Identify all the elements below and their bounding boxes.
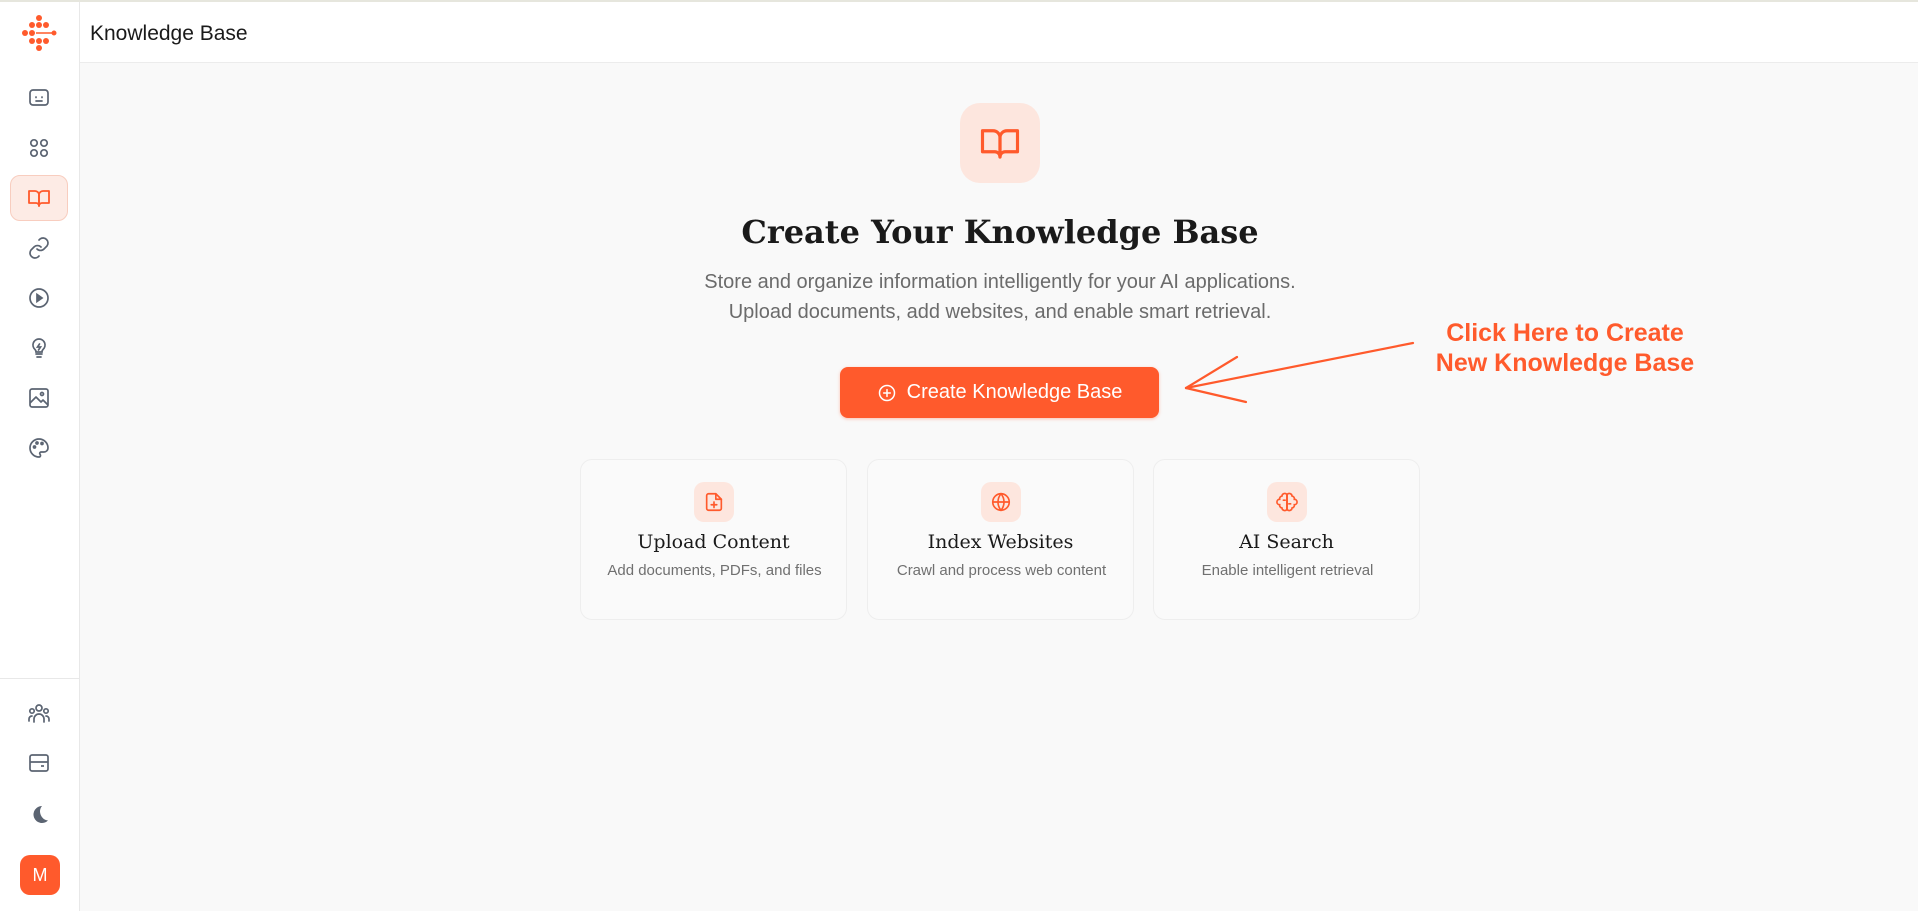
book-open-icon [980, 129, 1020, 159]
file-plus-icon [705, 492, 723, 512]
feature-title: Index Websites [927, 531, 1074, 553]
lightbulb-icon [32, 338, 46, 358]
sidebar-item-billing[interactable] [10, 740, 68, 786]
top-header: Knowledge Base [80, 2, 1918, 63]
feature-description: Crawl and process web content [896, 562, 1107, 579]
create-knowledge-base-button[interactable]: Create Knowledge Base [840, 367, 1159, 418]
feature-card-ai-search: AI Search Enable intelligent retrieval [1153, 459, 1420, 620]
annotation-line-2: New Knowledge Base [1435, 349, 1695, 377]
annotation-line-1: Click Here to Create [1446, 319, 1684, 347]
feature-title: Upload Content [637, 531, 790, 553]
sidebar-item-team[interactable] [10, 690, 68, 736]
create-button-label: Create Knowledge Base [906, 381, 1123, 403]
user-avatar[interactable]: M [20, 855, 60, 895]
theme-toggle-button[interactable] [10, 792, 68, 838]
sidebar-item-ideas[interactable] [10, 325, 68, 371]
feature-card-upload-content: Upload Content Add documents, PDFs, and … [580, 459, 847, 620]
globe-icon-badge [981, 482, 1021, 522]
app-logo[interactable] [20, 14, 58, 52]
brain-icon-badge [1267, 482, 1307, 522]
sidebar-divider [0, 678, 79, 679]
annotation-arrow [1184, 341, 1415, 404]
billing-card-icon [29, 754, 49, 772]
page-title: Knowledge Base [90, 22, 248, 45]
file-plus-icon-badge [694, 482, 734, 522]
feature-card-index-websites: Index Websites Crawl and process web con… [867, 459, 1134, 620]
brain-icon [1276, 492, 1298, 512]
sidebar-item-knowledge-base[interactable] [10, 175, 68, 221]
sidebar-item-themes[interactable] [10, 425, 68, 471]
team-icon [28, 704, 50, 723]
sidebar-item-integrations[interactable] [10, 225, 68, 271]
feature-description: Enable intelligent retrieval [1201, 562, 1374, 579]
palette-icon [29, 438, 49, 458]
image-icon [29, 388, 49, 408]
link-icon [29, 237, 49, 259]
plus-circle-icon [878, 384, 895, 401]
subtitle-line-1: Store and organize information intellige… [704, 271, 1296, 293]
play-circle-icon [29, 288, 49, 308]
sidebar-item-media[interactable] [10, 275, 68, 321]
main-heading: Create Your Knowledge Base [741, 213, 1259, 251]
chat-bot-icon [29, 89, 49, 106]
book-open-icon [28, 190, 50, 207]
feature-description: Add documents, PDFs, and files [607, 562, 822, 579]
sidebar-item-chatbots[interactable] [10, 75, 68, 121]
sidebar-item-images[interactable] [10, 375, 68, 421]
moon-icon [33, 806, 48, 823]
annotation-callout: Click Here to Create New Knowledge Base [1410, 318, 1720, 378]
sidebar: M [0, 2, 80, 911]
hero-book-icon-badge [960, 103, 1040, 183]
subtitle-line-2: Upload documents, add websites, and enab… [728, 301, 1272, 323]
apps-grid-icon [29, 138, 49, 158]
globe-icon [991, 492, 1011, 512]
feature-title: AI Search [1239, 531, 1334, 553]
sidebar-item-apps[interactable] [10, 125, 68, 171]
